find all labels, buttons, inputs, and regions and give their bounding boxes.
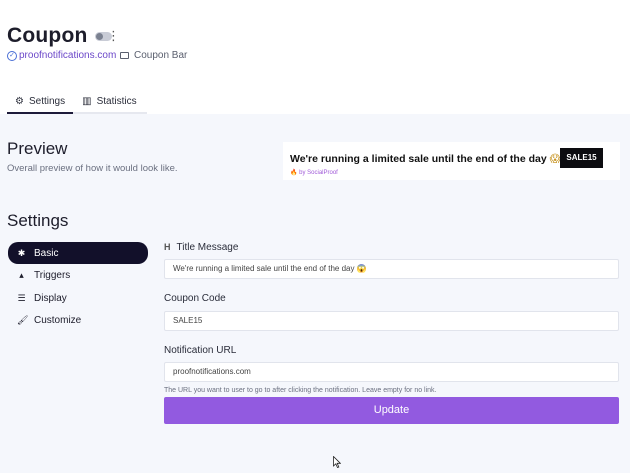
tab-bar: ⚙ Settings ▥ Statistics xyxy=(7,90,147,114)
notification-url-label: Notification URL xyxy=(164,344,237,356)
page-header: Coupon ⋮ ✓ proofnotifications.com Coupon… xyxy=(0,0,630,114)
notification-message: We're running a limited sale until the e… xyxy=(290,153,547,165)
more-options-icon[interactable]: ⋮ xyxy=(107,27,120,45)
basic-settings-form: H Title Message We're running a limited … xyxy=(164,240,619,394)
menu-item-basic[interactable]: ✱ Basic xyxy=(8,242,148,264)
coupon-code-badge: SALE15 xyxy=(560,148,603,168)
notification-branding: 🔥 by SocialProof xyxy=(290,170,338,176)
gear-icon: ✱ xyxy=(17,247,26,258)
tab-settings-label: Settings xyxy=(28,95,66,107)
domain-text: proofnotifications.com xyxy=(19,50,117,61)
chart-icon: ▥ xyxy=(82,95,92,107)
notification-preview: We're running a limited sale until the e… xyxy=(283,142,620,180)
tab-settings[interactable]: ⚙ Settings xyxy=(7,90,74,114)
menu-item-customize[interactable]: 🖌 Customize xyxy=(8,310,148,332)
title-message-label-text: Title Message xyxy=(176,241,239,253)
menu-item-label: Basic xyxy=(34,247,59,259)
heading-icon: H xyxy=(164,242,171,252)
update-button[interactable]: Update xyxy=(164,397,619,424)
settings-menu: ✱ Basic ▴ Triggers ☰ Display 🖌 Customize xyxy=(8,242,148,332)
bar-icon xyxy=(120,52,129,59)
page-title: Coupon xyxy=(7,24,88,47)
coupon-code-label: Coupon Code xyxy=(164,292,226,304)
coupon-code-input[interactable]: SALE15 xyxy=(164,311,619,331)
menu-item-triggers[interactable]: ▴ Triggers xyxy=(8,265,148,287)
menu-item-display[interactable]: ☰ Display xyxy=(8,287,148,309)
tab-statistics[interactable]: ▥ Statistics xyxy=(73,90,147,114)
bars-icon: ☰ xyxy=(17,292,26,303)
brush-icon: 🖌 xyxy=(17,315,29,325)
notification-url-input[interactable]: proofnotifications.com xyxy=(164,362,619,382)
chevron-up-icon: ▴ xyxy=(19,270,24,280)
menu-item-label: Triggers xyxy=(34,270,71,281)
menu-item-label: Display xyxy=(34,292,67,304)
preview-heading: Preview xyxy=(7,139,68,158)
check-circle-icon: ✓ xyxy=(7,50,17,61)
mouse-cursor-icon xyxy=(333,456,341,468)
settings-heading: Settings xyxy=(7,211,69,230)
menu-item-label: Customize xyxy=(34,315,82,326)
gears-icon: ⚙ xyxy=(15,95,24,107)
preview-subheading: Overall preview of how it would look lik… xyxy=(7,163,178,174)
tab-statistics-label: Statistics xyxy=(96,95,137,107)
notification-type-label: Coupon Bar xyxy=(134,50,188,61)
notification-url-help: The URL you want to user to go to after … xyxy=(164,387,437,394)
domain-link[interactable]: ✓ proofnotifications.com xyxy=(7,50,116,61)
title-message-label: H Title Message xyxy=(164,240,619,254)
scream-emoji-icon: 😱 xyxy=(549,153,561,165)
notification-text: We're running a limited sale until the e… xyxy=(290,153,561,165)
title-message-input[interactable]: We're running a limited sale until the e… xyxy=(164,259,619,279)
notification-type: Coupon Bar xyxy=(120,50,187,61)
